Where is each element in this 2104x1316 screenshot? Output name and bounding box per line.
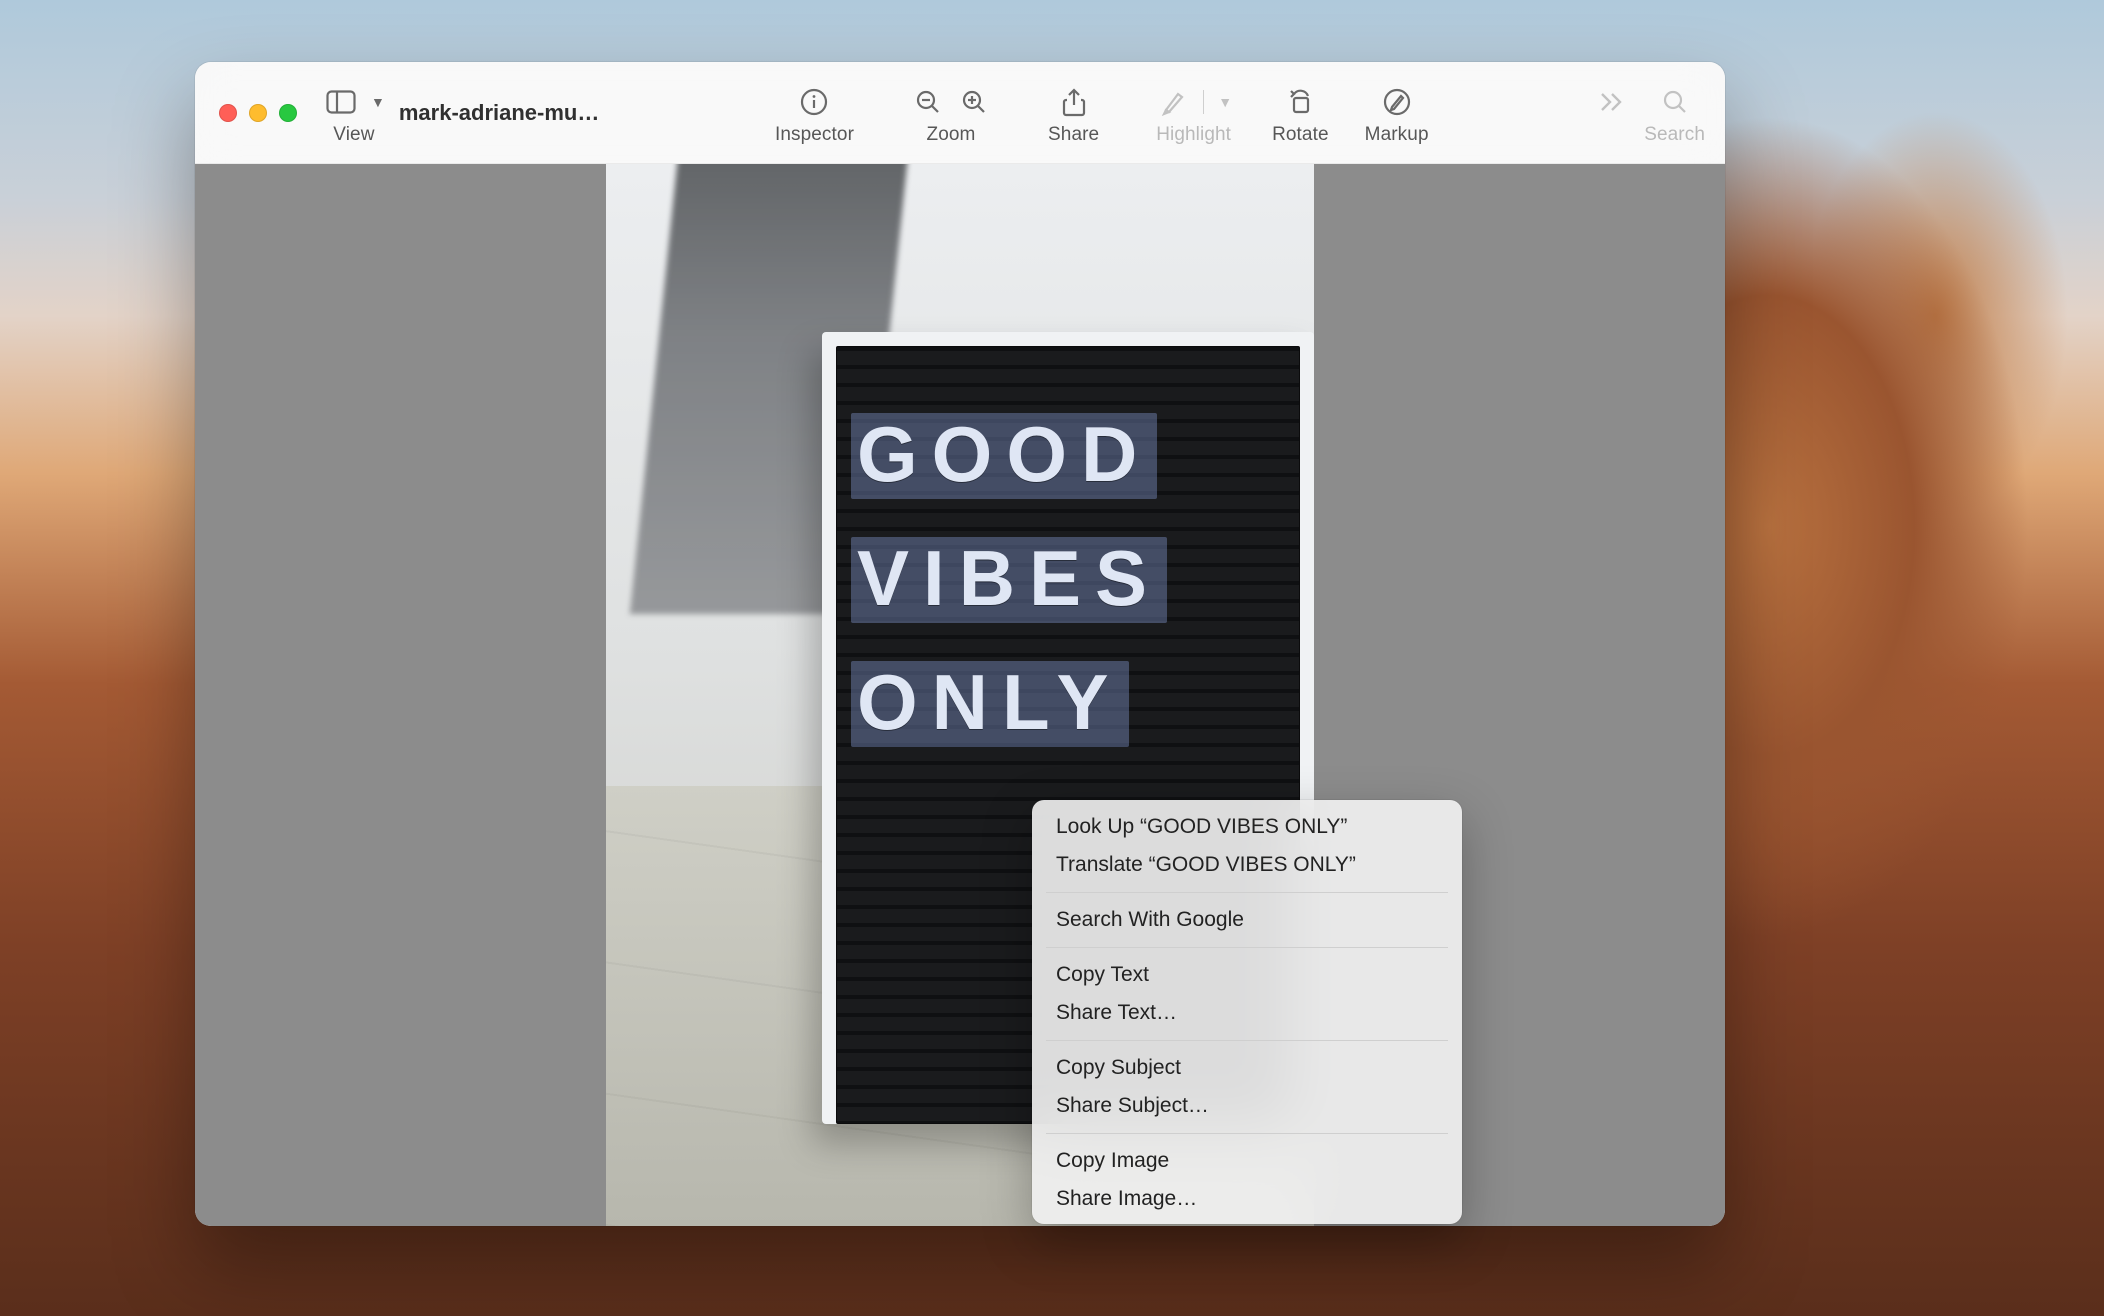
ctx-share-subject[interactable]: Share Subject…: [1032, 1087, 1462, 1125]
ctx-copy-subject[interactable]: Copy Subject: [1032, 1049, 1462, 1087]
chevron-down-icon: ▼: [1218, 94, 1232, 110]
window-controls: [219, 104, 297, 122]
ctx-search-google[interactable]: Search With Google: [1032, 901, 1462, 939]
toolbar-highlight: ▼ Highlight: [1155, 81, 1232, 144]
toolbar-rotate[interactable]: Rotate: [1272, 81, 1329, 144]
toolbar-search[interactable]: Search: [1644, 81, 1705, 144]
sidebar-icon: [323, 84, 359, 120]
toolbar-search-label: Search: [1644, 125, 1705, 144]
ctx-separator: [1046, 892, 1448, 893]
toolbar-zoom-label: Zoom: [927, 125, 976, 144]
toolbar-share[interactable]: Share: [1048, 81, 1099, 144]
toolbar-rotate-label: Rotate: [1272, 125, 1329, 144]
ctx-separator: [1046, 947, 1448, 948]
ctx-translate[interactable]: Translate “GOOD VIBES ONLY”: [1032, 846, 1462, 884]
ctx-copy-text[interactable]: Copy Text: [1032, 956, 1462, 994]
rotate-left-icon: [1282, 84, 1318, 120]
image-text-line3[interactable]: ONLY: [851, 661, 1129, 747]
toolbar-zoom: Zoom: [910, 81, 992, 144]
ctx-copy-image[interactable]: Copy Image: [1032, 1142, 1462, 1180]
toolbar-overflow-spacer: [1609, 125, 1614, 144]
toolbar-view-label: View: [333, 125, 374, 144]
window-close-button[interactable]: [219, 104, 237, 122]
toolbar-inspector[interactable]: Inspector: [775, 81, 854, 144]
search-icon: [1657, 84, 1693, 120]
image-text-line1[interactable]: GOOD: [851, 413, 1157, 499]
chevron-down-icon: ▼: [371, 94, 385, 110]
toolbar-view[interactable]: ▼ View: [323, 81, 385, 144]
chevron-double-right-icon: [1594, 84, 1630, 120]
highlighter-icon: [1155, 84, 1191, 120]
zoom-in-button[interactable]: [956, 84, 992, 120]
preview-window: ▼ View mark-adriane-mu… Inspector: [195, 62, 1725, 1226]
window-titlebar[interactable]: ▼ View mark-adriane-mu… Inspector: [195, 62, 1725, 164]
ctx-share-image[interactable]: Share Image…: [1032, 1180, 1462, 1218]
image-text-line2[interactable]: VIBES: [851, 537, 1167, 623]
info-icon: [796, 84, 832, 120]
window-title: mark-adriane-mu…: [399, 100, 600, 126]
ctx-separator: [1046, 1040, 1448, 1041]
toolbar-markup[interactable]: Markup: [1365, 81, 1429, 144]
toolbar-highlight-label: Highlight: [1156, 125, 1231, 144]
zoom-out-button[interactable]: [910, 84, 946, 120]
ctx-look-up[interactable]: Look Up “GOOD VIBES ONLY”: [1032, 808, 1462, 846]
window-minimize-button[interactable]: [249, 104, 267, 122]
ctx-share-text[interactable]: Share Text…: [1032, 994, 1462, 1032]
context-menu: Look Up “GOOD VIBES ONLY” Translate “GOO…: [1032, 800, 1462, 1224]
markup-pen-icon: [1379, 84, 1415, 120]
ctx-separator: [1046, 1133, 1448, 1134]
image-viewport[interactable]: GOOD VIBES ONLY: [195, 164, 1725, 1226]
share-icon: [1056, 84, 1092, 120]
toolbar-share-label: Share: [1048, 125, 1099, 144]
toolbar-markup-label: Markup: [1365, 125, 1429, 144]
toolbar-overflow[interactable]: [1594, 81, 1630, 144]
toolbar-inspector-label: Inspector: [775, 125, 854, 144]
window-zoom-button[interactable]: [279, 104, 297, 122]
